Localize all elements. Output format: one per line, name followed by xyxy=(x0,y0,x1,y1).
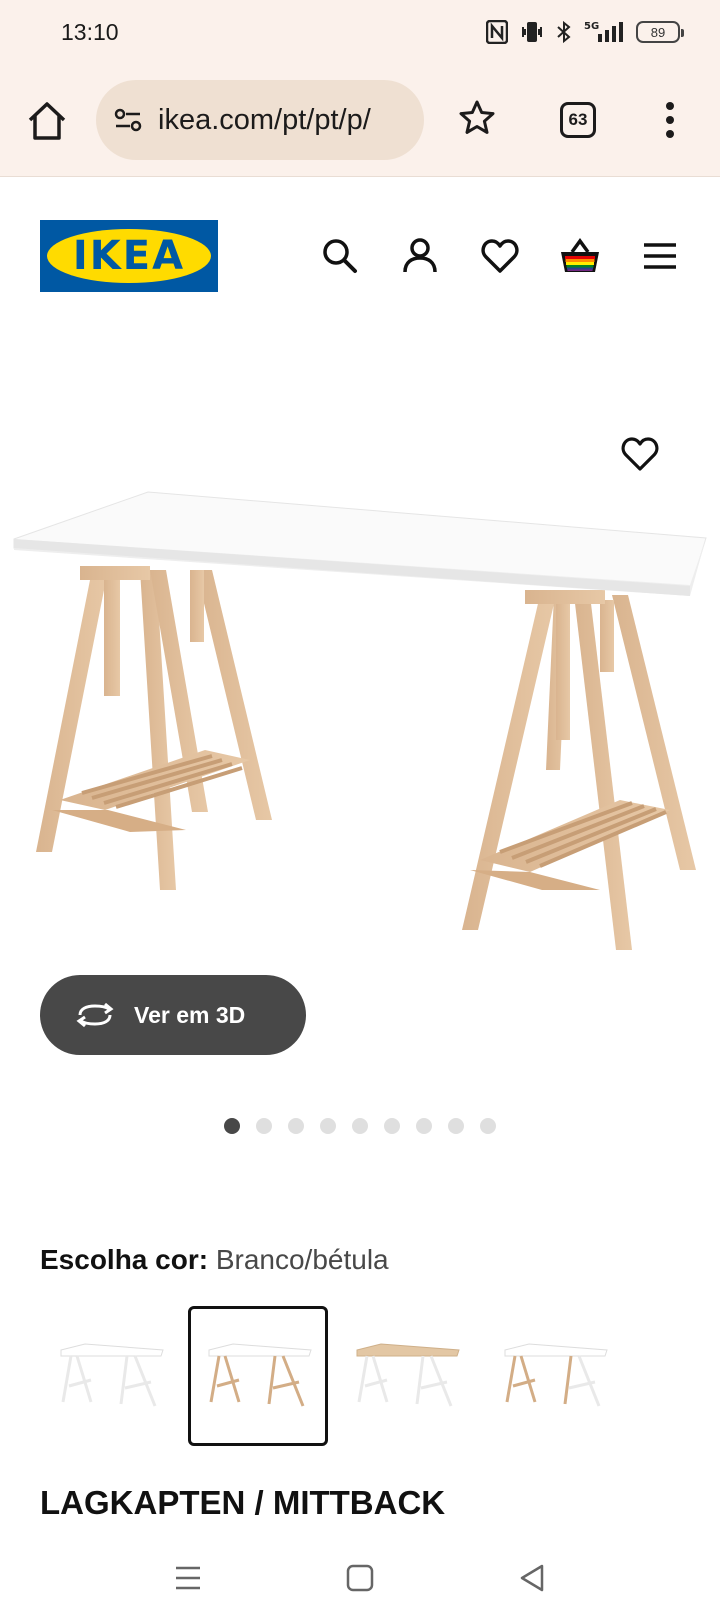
add-to-favourites-icon[interactable] xyxy=(618,432,662,476)
carousel-dot[interactable] xyxy=(224,1118,240,1134)
image-carousel-dots[interactable] xyxy=(224,1118,496,1134)
left-trestle xyxy=(36,566,272,890)
url-text[interactable]: ikea.com/pt/pt/p/ xyxy=(158,104,371,137)
status-time: 13:10 xyxy=(61,19,119,45)
carousel-dot[interactable] xyxy=(320,1118,336,1134)
rotate-3d-icon xyxy=(76,1002,114,1028)
home-icon[interactable] xyxy=(24,98,70,144)
view-in-3d-button[interactable]: Ver em 3D xyxy=(40,975,306,1055)
swatch-birch-white[interactable] xyxy=(336,1306,476,1446)
color-swatches xyxy=(40,1306,680,1446)
swatch-white[interactable] xyxy=(40,1306,180,1446)
logo-text: IKEA xyxy=(72,233,186,279)
carousel-dot[interactable] xyxy=(416,1118,432,1134)
product-title: LAGKAPTEN / MITTBACK xyxy=(40,1484,446,1521)
color-selection-label: Escolha cor: Branco/bétula xyxy=(40,1244,389,1276)
search-icon[interactable] xyxy=(318,234,362,278)
nfc-icon xyxy=(486,20,508,44)
home-nav-icon[interactable] xyxy=(342,1560,378,1596)
site-settings-icon[interactable] xyxy=(112,104,144,136)
site-header: IKEA xyxy=(0,178,720,308)
more-options-icon[interactable] xyxy=(660,100,680,140)
carousel-dot[interactable] xyxy=(448,1118,464,1134)
product-image[interactable] xyxy=(0,420,720,980)
browser-chrome: 13:10 5G 89 ikea.com/pt/pt/p/ 63 xyxy=(0,0,720,177)
tab-switcher-button[interactable]: 63 xyxy=(560,102,596,138)
carousel-dot[interactable] xyxy=(288,1118,304,1134)
5g-signal-icon: 5G xyxy=(584,21,623,42)
account-icon[interactable] xyxy=(398,234,442,278)
ikea-logo[interactable]: IKEA xyxy=(40,220,218,292)
battery-icon: 89 xyxy=(636,21,684,43)
back-nav-icon[interactable] xyxy=(514,1560,550,1596)
favourites-icon[interactable] xyxy=(478,234,522,278)
view-in-3d-label: Ver em 3D xyxy=(134,1001,246,1028)
recent-apps-icon[interactable] xyxy=(170,1560,206,1596)
browser-toolbar: ikea.com/pt/pt/p/ 63 xyxy=(0,80,720,160)
color-value: Branco/bétula xyxy=(215,1244,389,1275)
menu-hamburger-icon[interactable] xyxy=(638,234,682,278)
bluetooth-icon xyxy=(557,20,571,44)
carousel-dot[interactable] xyxy=(480,1118,496,1134)
svg-text:5G: 5G xyxy=(584,21,599,32)
shopping-bag-icon[interactable] xyxy=(558,234,602,278)
status-icons: 5G 89 xyxy=(486,18,684,46)
status-bar: 13:10 5G 89 xyxy=(0,0,720,66)
swatch-white-birch[interactable] xyxy=(188,1306,328,1446)
vibrate-icon xyxy=(522,22,542,42)
color-label: Escolha cor: xyxy=(40,1244,209,1275)
carousel-dot[interactable] xyxy=(352,1118,368,1134)
bookmark-star-icon[interactable] xyxy=(457,98,497,138)
right-trestle xyxy=(462,590,696,950)
address-bar[interactable]: ikea.com/pt/pt/p/ xyxy=(96,80,424,160)
system-navigation-bar xyxy=(0,1540,720,1612)
carousel-dot[interactable] xyxy=(384,1118,400,1134)
swatch-white-birch-alt[interactable] xyxy=(484,1306,624,1446)
carousel-dot[interactable] xyxy=(256,1118,272,1134)
